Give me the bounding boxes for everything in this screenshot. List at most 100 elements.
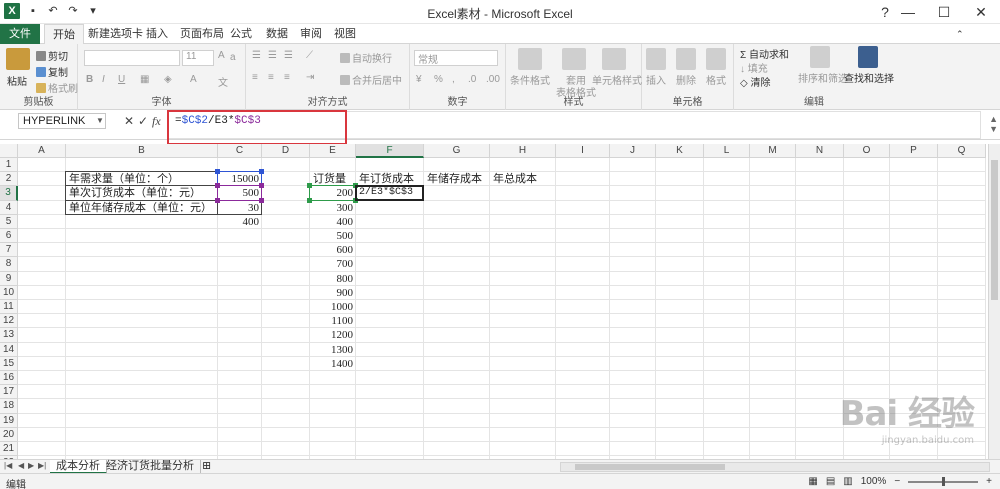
cell-e9[interactable]: 800 bbox=[310, 272, 356, 286]
row-header-16[interactable]: 16 bbox=[0, 371, 18, 386]
fill-color-icon[interactable]: ◈ bbox=[164, 74, 172, 85]
undo-icon[interactable]: ↶ bbox=[46, 4, 60, 18]
customize-qat-icon[interactable]: ▾ bbox=[86, 4, 100, 18]
align-left-icon[interactable]: ≡ bbox=[252, 72, 258, 83]
ribbon-minimize-icon[interactable]: ⌃ bbox=[948, 24, 972, 44]
row-header-3[interactable]: 3 bbox=[0, 186, 18, 201]
select-all-corner[interactable] bbox=[0, 144, 18, 158]
column-header-o[interactable]: O bbox=[844, 144, 890, 158]
row-header-2[interactable]: 2 bbox=[0, 172, 18, 187]
horizontal-scrollbar[interactable] bbox=[560, 462, 990, 472]
expand-formula-bar-icon[interactable]: ▲ ▼ bbox=[989, 114, 998, 134]
column-header-l[interactable]: L bbox=[704, 144, 750, 158]
cell-h2[interactable]: 年总成本 bbox=[490, 172, 556, 186]
column-header-p[interactable]: P bbox=[890, 144, 938, 158]
sheet-tab-eoq-analysis[interactable]: 经济订货批量分析 bbox=[100, 460, 201, 474]
align-center-icon[interactable]: ≡ bbox=[268, 72, 274, 83]
cell-g2[interactable]: 年储存成本 bbox=[424, 172, 490, 186]
cell-b2[interactable]: 年需求量（单位：个） bbox=[66, 172, 218, 186]
reference-handle[interactable] bbox=[353, 183, 358, 189]
currency-icon[interactable]: ¥ bbox=[416, 74, 422, 85]
tab-data[interactable]: 数据 bbox=[258, 24, 296, 44]
cell-e12[interactable]: 1100 bbox=[310, 314, 356, 328]
wrap-text-button[interactable]: 自动换行 bbox=[340, 50, 392, 65]
column-header-d[interactable]: D bbox=[262, 144, 310, 158]
formula-input[interactable]: =$C$2/E3*$C$3 bbox=[168, 111, 981, 139]
first-sheet-icon[interactable]: |◀ bbox=[4, 461, 12, 470]
cell-e5[interactable]: 400 bbox=[310, 215, 356, 229]
row-header-17[interactable]: 17 bbox=[0, 385, 18, 400]
cancel-formula-icon[interactable]: ✕ bbox=[124, 114, 134, 128]
column-header-b[interactable]: B bbox=[66, 144, 218, 158]
format-cells-button[interactable]: 格式 bbox=[706, 72, 726, 87]
bold-button[interactable]: B bbox=[86, 74, 93, 85]
number-format-select[interactable]: 常规 bbox=[414, 50, 498, 66]
merge-center-button[interactable]: 合并后居中 bbox=[340, 72, 402, 87]
phonetic-icon[interactable]: 文 bbox=[218, 74, 228, 89]
page-break-view-icon[interactable]: ▥ bbox=[843, 476, 852, 487]
name-box-dropdown-icon[interactable]: ▼ bbox=[96, 116, 104, 125]
cell-e14[interactable]: 1300 bbox=[310, 343, 356, 357]
tab-file[interactable]: 文件 bbox=[0, 24, 40, 44]
column-header-g[interactable]: G bbox=[424, 144, 490, 158]
orientation-icon[interactable]: ⟋ bbox=[306, 50, 313, 61]
paste-button[interactable]: 粘贴 bbox=[7, 73, 27, 88]
prev-sheet-icon[interactable]: ◀ bbox=[18, 461, 24, 470]
font-size-select[interactable]: 11 bbox=[182, 50, 214, 66]
row-header-4[interactable]: 4 bbox=[0, 200, 18, 215]
tab-home[interactable]: 开始 bbox=[44, 24, 84, 45]
underline-button[interactable]: U bbox=[118, 74, 125, 85]
cell-c3[interactable]: 500 bbox=[218, 186, 262, 200]
align-middle-icon[interactable]: ☰ bbox=[268, 50, 277, 61]
column-header-j[interactable]: J bbox=[610, 144, 656, 158]
reference-handle[interactable] bbox=[307, 197, 312, 203]
cell-e11[interactable]: 1000 bbox=[310, 300, 356, 314]
zoom-out-icon[interactable]: − bbox=[894, 476, 900, 487]
insert-cells-button[interactable]: 插入 bbox=[646, 72, 666, 87]
enter-formula-icon[interactable]: ✓ bbox=[138, 114, 148, 128]
cell-e15[interactable]: 1400 bbox=[310, 357, 356, 371]
cell-c5[interactable]: 400 bbox=[218, 215, 262, 229]
cell-e2[interactable]: 订货量 bbox=[310, 172, 356, 186]
zoom-slider[interactable] bbox=[908, 476, 979, 486]
page-layout-view-icon[interactable]: ▤ bbox=[826, 476, 835, 487]
reference-handle[interactable] bbox=[353, 197, 358, 203]
column-header-q[interactable]: Q bbox=[938, 144, 986, 158]
row-header-12[interactable]: 12 bbox=[0, 314, 18, 329]
shrink-font-icon[interactable]: a bbox=[230, 52, 236, 63]
cell-c4[interactable]: 30 bbox=[218, 201, 262, 215]
row-header-1[interactable]: 1 bbox=[0, 158, 18, 173]
insert-function-icon[interactable]: fx bbox=[152, 114, 161, 129]
row-header-5[interactable]: 5 bbox=[0, 214, 18, 229]
grow-font-icon[interactable]: A bbox=[218, 50, 225, 61]
tab-formulas[interactable]: 公式 bbox=[222, 24, 260, 44]
decrease-decimal-icon[interactable]: .00 bbox=[486, 74, 500, 85]
column-header-n[interactable]: N bbox=[796, 144, 844, 158]
row-header-7[interactable]: 7 bbox=[0, 243, 18, 258]
reference-handle[interactable] bbox=[259, 183, 264, 189]
cell-e3[interactable]: 200 bbox=[310, 186, 356, 200]
zoom-level[interactable]: 100% bbox=[861, 476, 887, 487]
cell-e8[interactable]: 700 bbox=[310, 257, 356, 271]
font-name-select[interactable] bbox=[84, 50, 180, 66]
column-header-i[interactable]: I bbox=[556, 144, 610, 158]
row-header-14[interactable]: 14 bbox=[0, 342, 18, 357]
tab-insert[interactable]: 插入 bbox=[138, 24, 176, 44]
vertical-scrollbar[interactable] bbox=[988, 144, 1000, 459]
row-header-20[interactable]: 20 bbox=[0, 427, 18, 442]
row-header-6[interactable]: 6 bbox=[0, 229, 18, 244]
column-header-h[interactable]: H bbox=[490, 144, 556, 158]
cell-e13[interactable]: 1200 bbox=[310, 328, 356, 342]
italic-button[interactable]: I bbox=[102, 74, 105, 85]
row-header-9[interactable]: 9 bbox=[0, 271, 18, 286]
align-top-icon[interactable]: ☰ bbox=[252, 50, 261, 61]
cell-b4[interactable]: 单位年储存成本（单位：元） bbox=[66, 201, 218, 215]
tab-view[interactable]: 视图 bbox=[326, 24, 364, 44]
cell-e4[interactable]: 300 bbox=[310, 201, 356, 215]
align-bottom-icon[interactable]: ☰ bbox=[284, 50, 293, 61]
name-box[interactable]: HYPERLINK bbox=[18, 113, 106, 129]
column-header-f[interactable]: F bbox=[356, 144, 424, 158]
reference-handle[interactable] bbox=[215, 197, 220, 203]
font-color-icon[interactable]: A bbox=[190, 74, 197, 85]
redo-icon[interactable]: ↷ bbox=[66, 4, 80, 18]
